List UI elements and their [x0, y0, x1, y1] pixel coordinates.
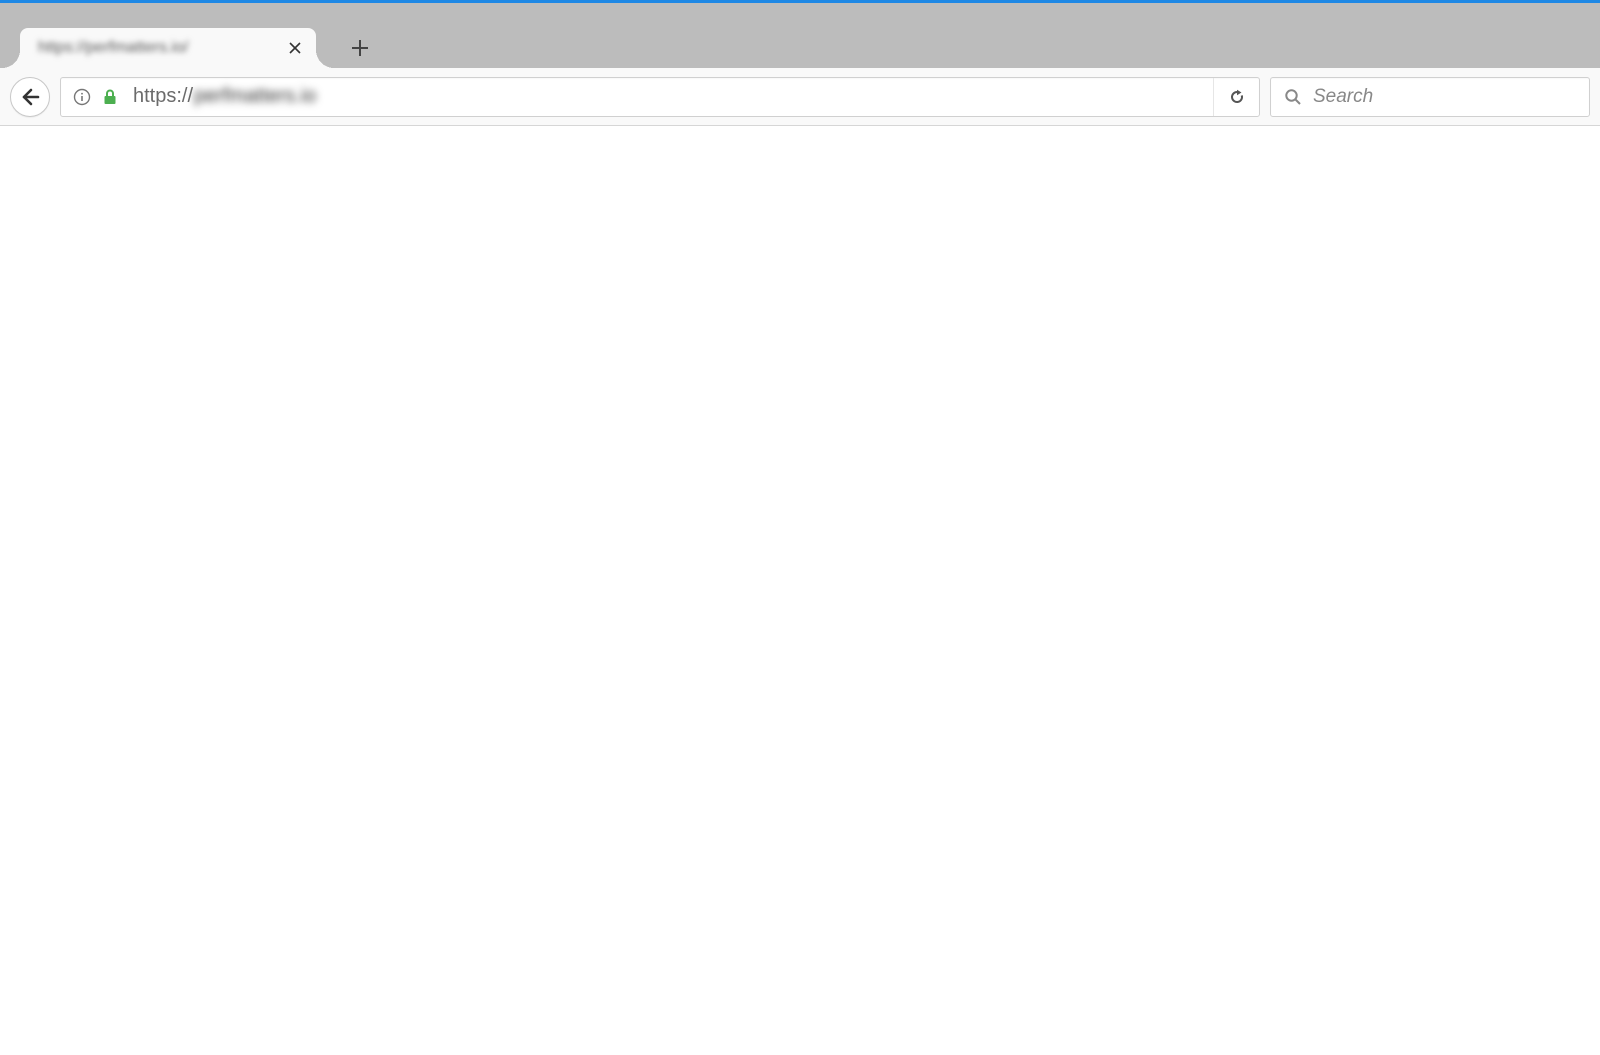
- address-bar[interactable]: https:// perfmatters.io: [60, 77, 1260, 117]
- info-icon: [73, 88, 91, 106]
- url-domain: perfmatters.io: [194, 85, 316, 108]
- navigation-toolbar: https:// perfmatters.io: [0, 68, 1600, 126]
- site-info-button[interactable]: [71, 86, 93, 108]
- new-tab-button[interactable]: [340, 28, 380, 68]
- lock-icon: [101, 88, 119, 106]
- close-icon: [287, 40, 303, 56]
- plus-icon: [350, 38, 370, 58]
- back-button[interactable]: [10, 77, 50, 117]
- search-bar[interactable]: [1270, 77, 1590, 117]
- tab-strip: https://perfmatters.io/: [0, 3, 1600, 68]
- tab-title: https://perfmatters.io/: [38, 39, 276, 57]
- search-input[interactable]: [1313, 86, 1577, 108]
- close-tab-button[interactable]: [284, 37, 306, 59]
- search-icon: [1283, 87, 1303, 107]
- reload-icon: [1228, 88, 1246, 106]
- url-scheme: https://: [133, 85, 193, 108]
- back-arrow-icon: [20, 87, 40, 107]
- reload-button[interactable]: [1213, 78, 1259, 116]
- url-input[interactable]: https:// perfmatters.io: [133, 85, 1213, 108]
- page-content: [0, 126, 1600, 1055]
- browser-tab[interactable]: https://perfmatters.io/: [20, 28, 316, 68]
